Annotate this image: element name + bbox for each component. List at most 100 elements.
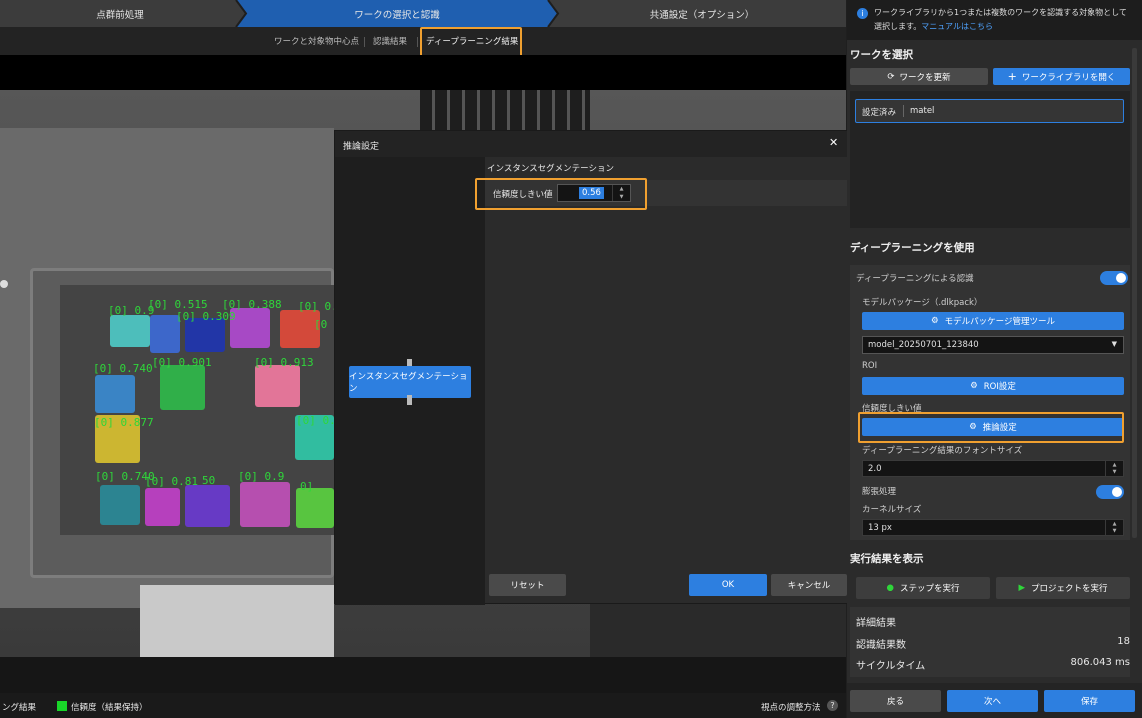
select-work-header: ワークを選択: [850, 49, 913, 61]
step-select-recognize[interactable]: ワークの選択と認識: [246, 0, 548, 27]
roi-settings-button[interactable]: ⚙ ROI設定: [862, 377, 1124, 395]
viewer-top-band: [0, 55, 846, 90]
step-common-settings[interactable]: 共通設定（オプション）: [558, 0, 846, 27]
label-8: [0] 0.913: [254, 356, 314, 369]
mask-purple: [230, 308, 270, 348]
work-name: matel: [910, 106, 935, 116]
mask-violet: [185, 485, 230, 527]
inference-settings-dialog: 推論設定 ✕ インスタンスセグメンテーション インスタンスセグメンテーション 信…: [334, 130, 850, 605]
label-14: [0] 0.9: [238, 470, 285, 483]
save-button[interactable]: 保存: [1044, 690, 1135, 712]
info-text: ワークライブラリから1つまたは複数のワークを認識する対象物として選択します。マニ…: [874, 8, 1127, 31]
update-work-button[interactable]: ⟳ ワークを更新: [850, 68, 988, 85]
label-10: [0] 0.: [296, 414, 336, 427]
label-15: 0]: [300, 480, 314, 493]
viewer-status-bar: ング結果 信頼度（結果保持） 視点の調整方法 ?: [0, 693, 846, 718]
play-icon: ▶: [1018, 583, 1026, 593]
view-help-link[interactable]: 視点の調整方法: [761, 701, 821, 713]
font-size-field[interactable]: 2.0 ▲ ▼: [862, 460, 1124, 477]
tab-work-center[interactable]: ワークと対象物中心点: [274, 35, 359, 47]
viewer-bottom-band: [0, 657, 846, 693]
dl-toggle-label: ディープラーニングによる認識: [856, 274, 974, 284]
exec-results-header: 実行結果を表示: [850, 553, 924, 565]
pin-icon: ●: [886, 583, 894, 593]
sub-tabs: ワークと対象物中心点 認識結果 ディープラーニング結果: [0, 27, 846, 57]
label-13: 50: [202, 474, 216, 487]
legend-swatch: [57, 701, 67, 711]
label-5: [0: [314, 318, 328, 331]
open-library-button[interactable]: + ワークライブラリを開く: [993, 68, 1130, 85]
legend-label: 信頼度（結果保持）: [71, 703, 148, 713]
cancel-button[interactable]: キャンセル: [771, 574, 847, 596]
mask-lime: [296, 488, 334, 528]
run-step-button[interactable]: ● ステップを実行: [856, 577, 990, 599]
kernel-size-field[interactable]: 13 px ▲ ▼: [862, 519, 1124, 536]
deep-learning-header: ディープラーニングを使用: [850, 242, 975, 254]
mask-cyan: [110, 315, 150, 347]
model-tool-button[interactable]: ⚙ モデルパッケージ管理ツール: [862, 312, 1124, 330]
close-icon[interactable]: ✕: [829, 136, 838, 149]
scene-floor: [590, 600, 846, 657]
step-bar: 点群前処理 ワークの選択と認識 共通設定（オプション）: [0, 0, 846, 27]
font-size-stepper[interactable]: ▲ ▼: [1105, 461, 1123, 476]
tab-separator: [364, 37, 365, 47]
cycle-time-value: 806.043 ms: [1070, 657, 1130, 668]
gear-icon: ⚙: [970, 381, 978, 391]
manual-link[interactable]: マニュアルはこちら: [921, 22, 993, 31]
next-button[interactable]: 次へ: [947, 690, 1038, 712]
label-9: [0] 0.877: [94, 416, 154, 429]
dl-toggle[interactable]: [1100, 271, 1128, 285]
label-4: [0] 0.309: [176, 310, 236, 323]
mask-navy: [185, 318, 225, 352]
dialog-title: 推論設定: [343, 142, 380, 152]
count-label: 認識結果数: [856, 640, 906, 651]
step-preprocess[interactable]: 点群前処理: [0, 0, 240, 27]
highlight-frame: [475, 178, 647, 210]
scene-rail: [140, 585, 334, 657]
dilate-label: 膨張処理: [862, 487, 897, 497]
gear-icon: ⚙: [931, 316, 939, 326]
connector-bottom: [407, 395, 412, 405]
label-7: [0] 0.901: [152, 356, 212, 369]
work-list-item[interactable]: 設定済み matel: [855, 99, 1124, 123]
tab-recognition-result[interactable]: 認識結果: [373, 35, 407, 47]
mask-green: [160, 365, 205, 410]
mask-blue2: [95, 375, 135, 413]
highlight-frame: [420, 27, 522, 57]
font-size-label: ディープラーニング結果のフォントサイズ: [862, 446, 1023, 456]
mask-magenta: [145, 488, 180, 526]
section-title: インスタンスセグメンテーション: [487, 164, 614, 174]
mask-pink: [255, 365, 300, 407]
tag-divider: [903, 105, 904, 117]
ok-button[interactable]: OK: [689, 574, 767, 596]
refresh-icon: ⟳: [887, 71, 895, 82]
set-tag: 設定済み: [862, 108, 897, 118]
kernel-size-stepper[interactable]: ▲ ▼: [1105, 520, 1123, 535]
run-project-button[interactable]: ▶ プロジェクトを実行: [996, 577, 1130, 599]
pipeline-panel: インスタンスセグメンテーション: [335, 157, 485, 605]
reset-button[interactable]: リセット: [489, 574, 566, 596]
dilate-toggle[interactable]: [1096, 485, 1124, 499]
info-icon: i: [857, 8, 868, 19]
plus-icon: +: [1007, 70, 1017, 83]
settings-panel: i ワークライブラリから1つまたは複数のワークを認識する対象物として選択します。…: [847, 0, 1142, 718]
model-select[interactable]: model_20250701_123840 ▼: [862, 336, 1124, 354]
label-12: [0] 0.81: [145, 475, 198, 488]
mask-orchid: [240, 482, 290, 527]
model-package-label: モデルパッケージ（.dlkpack）: [862, 298, 983, 308]
tab-separator: [417, 37, 418, 47]
label-6: [0] 0.740: [93, 362, 153, 375]
back-button[interactable]: 戻る: [850, 690, 941, 712]
highlight-frame: [858, 412, 1124, 443]
scrollbar[interactable]: [1132, 48, 1137, 538]
cycle-time-label: サイクルタイム: [856, 661, 926, 672]
roi-label: ROI: [862, 361, 878, 371]
dialog-header: 推論設定 ✕: [335, 131, 849, 157]
count-value: 18: [1117, 636, 1130, 647]
kernel-size-label: カーネルサイズ: [862, 505, 922, 515]
status-left-label: ング結果: [2, 703, 37, 713]
details-header: 詳細結果: [856, 618, 896, 629]
mask-teal2: [100, 485, 140, 525]
help-icon[interactable]: ?: [827, 700, 838, 711]
node-instance-segmentation[interactable]: インスタンスセグメンテーション: [349, 366, 471, 398]
